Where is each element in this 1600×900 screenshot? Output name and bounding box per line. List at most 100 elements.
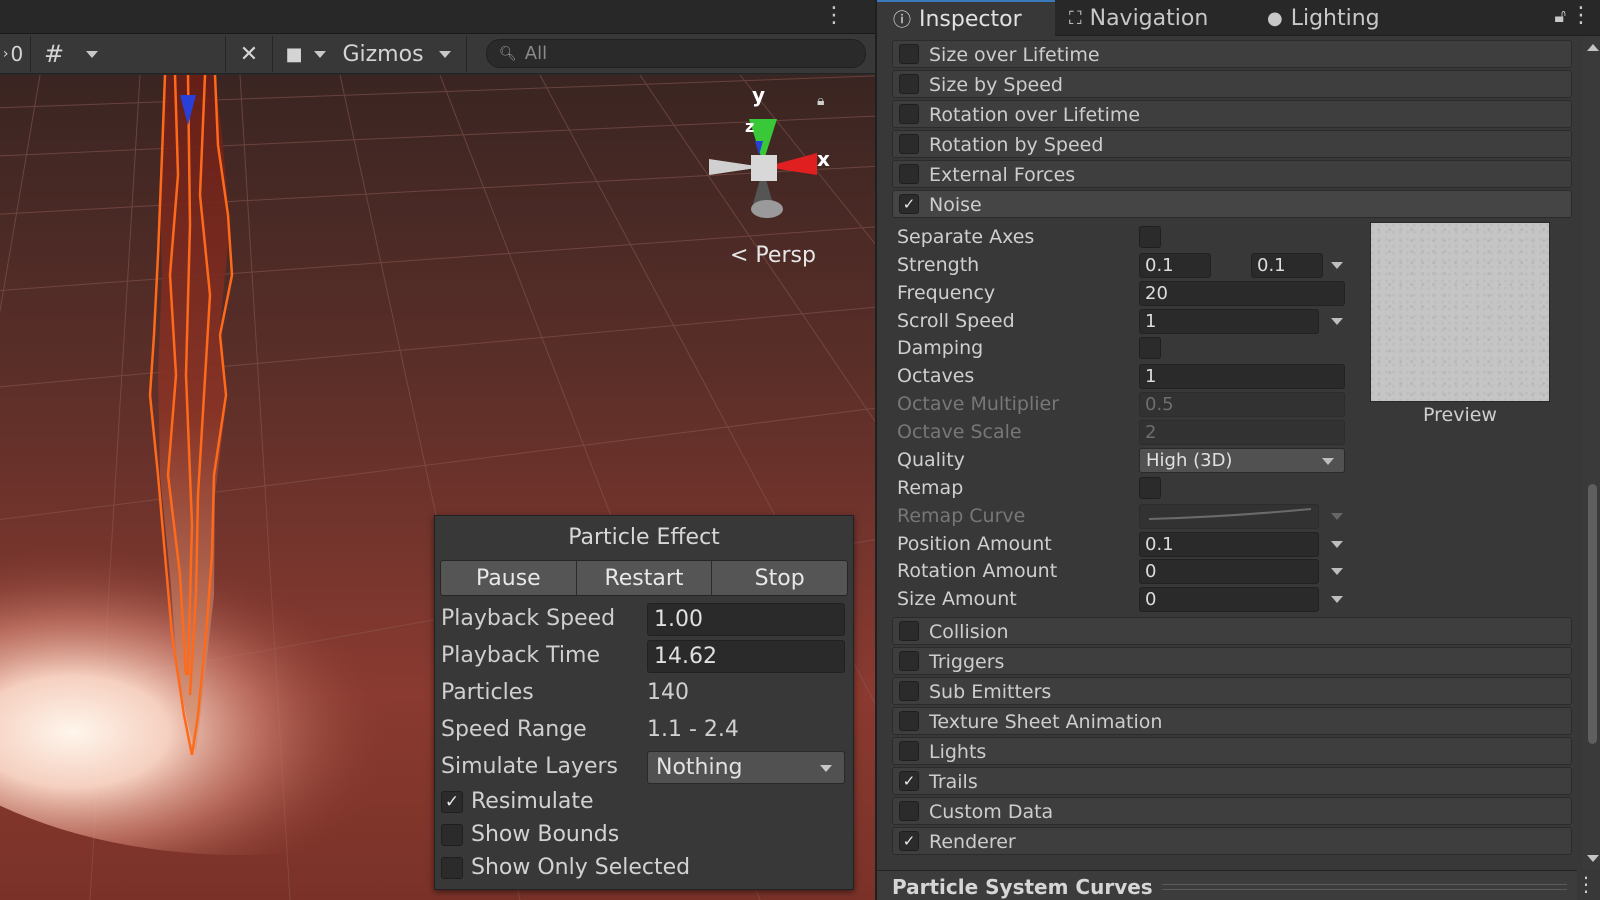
chevron-down-icon[interactable]	[1331, 262, 1343, 269]
camera-icon[interactable]: ■	[280, 39, 308, 69]
particle-effect-overlay: Particle Effect Pause Restart Stop Playb…	[434, 515, 854, 890]
module-checkbox[interactable]: ✓	[899, 194, 919, 214]
module-checkbox[interactable]	[899, 681, 919, 701]
separate-axes-checkbox[interactable]	[1139, 226, 1161, 248]
resimulate-toggle[interactable]: ✓ Resimulate	[441, 788, 851, 818]
module-checkbox[interactable]	[899, 621, 919, 641]
module-sub-emitters[interactable]: Sub Emitters	[892, 677, 1572, 705]
module-rotation-by-speed[interactable]: Rotation by Speed	[892, 130, 1572, 158]
show-bounds-checkbox[interactable]	[441, 824, 463, 846]
playback-time-field[interactable]: 14.62	[647, 640, 845, 673]
damping-checkbox[interactable]	[1139, 337, 1161, 359]
particles-label: Particles	[441, 680, 534, 705]
orientation-gizmo[interactable]: y z x 🔒︎	[705, 83, 835, 223]
inspector-scrollbar[interactable]	[1583, 36, 1600, 870]
show-only-selected-checkbox[interactable]	[441, 857, 463, 879]
show-bounds-toggle[interactable]: Show Bounds	[441, 821, 851, 851]
tab-lighting[interactable]: ● Lighting	[1267, 0, 1380, 36]
frequency-field[interactable]: 20	[1139, 281, 1345, 306]
persp-label[interactable]: < Persp	[730, 243, 816, 268]
position-amount-field[interactable]: 0.1	[1139, 532, 1319, 557]
prop-damping: Damping	[897, 336, 1357, 362]
scroll-down-icon[interactable]	[1587, 855, 1599, 862]
chevron-down-icon[interactable]	[1331, 541, 1343, 548]
tab-inspector[interactable]: ⓘ Inspector	[877, 0, 1055, 36]
module-checkbox[interactable]: ✓	[899, 771, 919, 791]
scroll-up-icon[interactable]	[1587, 44, 1599, 51]
module-checkbox[interactable]	[899, 801, 919, 821]
quality-dropdown[interactable]: High (3D)	[1139, 448, 1345, 473]
layers-count[interactable]: › 0	[0, 39, 26, 69]
strength-min-field[interactable]: 0.1	[1139, 253, 1211, 278]
scroll-speed-field[interactable]: 1	[1139, 309, 1319, 334]
module-checkbox[interactable]	[899, 134, 919, 154]
tab-navigation[interactable]: ⛶ Navigation	[1069, 0, 1208, 36]
rotation-amount-field[interactable]: 0	[1139, 559, 1319, 584]
module-checkbox[interactable]: ✓	[899, 831, 919, 851]
module-collision[interactable]: Collision	[892, 617, 1572, 645]
stop-button[interactable]: Stop	[712, 561, 847, 595]
chevron-down-icon[interactable]	[1331, 318, 1343, 325]
module-external-forces[interactable]: External Forces	[892, 160, 1572, 188]
prop-remap: Remap	[897, 476, 1357, 502]
tools-icon[interactable]: ✕	[234, 39, 264, 69]
tab-navigation-label: Navigation	[1089, 5, 1209, 31]
inspector-panel: ⓘ Inspector ⛶ Navigation ● Lighting 🔓︎ ⋮…	[875, 0, 1600, 900]
chevron-down-icon	[820, 765, 832, 772]
prop-octave-multiplier: Octave Multiplier 0.5	[897, 392, 1357, 418]
module-custom-data[interactable]: Custom Data	[892, 797, 1572, 825]
chevron-down-icon[interactable]	[1331, 568, 1343, 575]
module-checkbox[interactable]	[899, 164, 919, 184]
lightbulb-icon: ●	[1267, 7, 1283, 29]
speed-range-value: 1.1 - 2.4	[647, 717, 739, 742]
module-size-over-lifetime[interactable]: Size over Lifetime	[892, 40, 1572, 68]
playback-speed-field[interactable]: 1.00	[647, 603, 845, 636]
module-checkbox[interactable]	[899, 741, 919, 761]
camera-dropdown[interactable]	[310, 39, 330, 69]
chevron-down-icon[interactable]	[1331, 596, 1343, 603]
strength-max-field[interactable]: 0.1	[1251, 253, 1323, 278]
module-renderer[interactable]: ✓ Renderer	[892, 827, 1572, 855]
module-triggers[interactable]: Triggers	[892, 647, 1572, 675]
drag-handle-icon[interactable]	[1162, 884, 1567, 890]
scene-search-input[interactable]: 🔍︎ All	[486, 39, 866, 68]
module-checkbox[interactable]	[899, 44, 919, 64]
gizmos-dropdown[interactable]	[434, 39, 456, 69]
scrollbar-thumb[interactable]	[1588, 484, 1597, 744]
resimulate-checkbox[interactable]: ✓	[441, 791, 463, 813]
lock-icon[interactable]: 🔓︎	[1554, 6, 1566, 27]
module-noise[interactable]: ✓ Noise	[892, 190, 1572, 218]
size-amount-field[interactable]: 0	[1139, 587, 1319, 612]
module-texture-sheet-animation[interactable]: Texture Sheet Animation	[892, 707, 1572, 735]
pause-button[interactable]: Pause	[441, 561, 577, 595]
remap-checkbox[interactable]	[1139, 477, 1161, 499]
scene-viewport[interactable]: y z x 🔒︎ < Persp Particle Effect Pause R…	[0, 75, 875, 900]
module-lights[interactable]: Lights	[892, 737, 1572, 765]
show-only-selected-toggle[interactable]: Show Only Selected	[441, 854, 851, 884]
module-checkbox[interactable]	[899, 651, 919, 671]
simulate-layers-value: Nothing	[656, 755, 743, 780]
curves-menu-kebab-icon[interactable]: ⋮	[1576, 872, 1596, 896]
grid-snap-icon[interactable]: #	[38, 39, 70, 69]
restart-button[interactable]: Restart	[576, 561, 713, 595]
prop-label: Position Amount	[897, 533, 1052, 555]
simulate-layers-dropdown[interactable]: Nothing	[647, 751, 845, 784]
prop-label: Strength	[897, 254, 980, 276]
module-checkbox[interactable]	[899, 104, 919, 124]
grid-snap-dropdown[interactable]	[80, 39, 104, 69]
octaves-field[interactable]: 1	[1139, 364, 1345, 389]
gizmos-button[interactable]: Gizmos	[340, 39, 426, 69]
lock-icon[interactable]: 🔒︎	[817, 93, 824, 109]
tab-menu-kebab-icon[interactable]: ⋮	[1570, 3, 1592, 28]
module-size-by-speed[interactable]: Size by Speed	[892, 70, 1572, 98]
module-checkbox[interactable]	[899, 74, 919, 94]
inspector-tab-bar: ⓘ Inspector ⛶ Navigation ● Lighting 🔓︎ ⋮	[877, 0, 1600, 36]
particle-system-curves-header[interactable]: Particle System Curves	[877, 870, 1577, 900]
module-trails[interactable]: ✓ Trails	[892, 767, 1572, 795]
module-rotation-over-lifetime[interactable]: Rotation over Lifetime	[892, 100, 1572, 128]
module-label: Custom Data	[929, 801, 1054, 823]
chevron-down-icon	[1331, 513, 1343, 520]
scene-menu-kebab-icon[interactable]: ⋮	[823, 4, 845, 28]
module-checkbox[interactable]	[899, 711, 919, 731]
simulate-layers-row: Simulate Layers Nothing	[441, 751, 851, 785]
